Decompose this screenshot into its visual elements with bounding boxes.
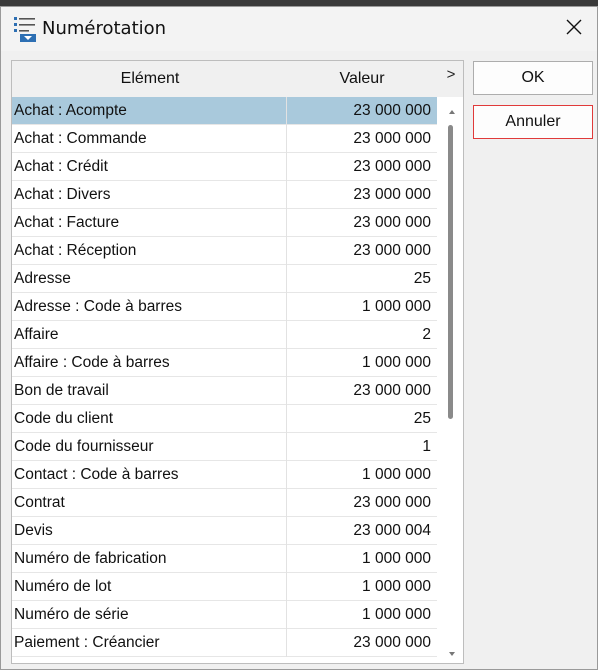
row-element: Achat : Divers: [14, 186, 111, 203]
cell-divider: [286, 489, 287, 517]
row-value: 1 000 000: [362, 550, 431, 567]
table-row[interactable]: Numéro de lot 1 000 000: [12, 573, 437, 601]
close-button[interactable]: [551, 7, 597, 51]
row-value: 23 000 000: [353, 158, 431, 175]
cell-divider: [286, 461, 287, 489]
table-row[interactable]: Adresse 25: [12, 265, 437, 293]
table-row[interactable]: Paiement : Créancier 23 000 000: [12, 629, 437, 657]
row-element: Code du client: [14, 410, 114, 427]
cell-divider: [286, 629, 287, 657]
row-element: Adresse : Code à barres: [14, 298, 183, 315]
table-row[interactable]: Bon de travail 23 000 000: [12, 377, 437, 405]
cell-divider: [286, 237, 287, 265]
row-element: Achat : Commande: [14, 130, 147, 147]
table-body: Achat : Acompte 23 000 000 Achat : Command…: [12, 97, 437, 657]
row-element: Achat : Crédit: [14, 158, 108, 175]
row-element: Contact : Code à barres: [14, 466, 179, 483]
row-value: 25: [413, 410, 431, 427]
cell-divider: [286, 181, 287, 209]
scroll-down-icon[interactable]: [447, 645, 457, 656]
table-row[interactable]: Numéro de fabrication 1 000 000: [12, 545, 437, 573]
table-row[interactable]: Code du fournisseur 1: [12, 433, 437, 461]
dialog-title: Numérotation: [42, 18, 167, 39]
ok-button[interactable]: OK: [473, 61, 593, 95]
cell-divider: [286, 433, 287, 461]
row-value: 23 000 004: [353, 522, 431, 539]
row-element: Numéro de série: [14, 606, 129, 623]
row-element: Paiement : Créancier: [14, 634, 160, 651]
cell-divider: [286, 377, 287, 405]
row-value: 1 000 000: [362, 606, 431, 623]
more-columns-icon[interactable]: >: [444, 66, 458, 83]
row-value: 23 000 000: [353, 130, 431, 147]
row-element: Bon de travail: [14, 382, 109, 399]
row-value: 1 000 000: [362, 354, 431, 371]
table-row[interactable]: Numéro de série 1 000 000: [12, 601, 437, 629]
row-value: 23 000 000: [353, 382, 431, 399]
cell-divider: [286, 97, 287, 125]
cell-divider: [286, 405, 287, 433]
cell-divider: [286, 293, 287, 321]
table-row[interactable]: Affaire 2: [12, 321, 437, 349]
row-value: 1 000 000: [362, 578, 431, 595]
row-element: Numéro de lot: [14, 578, 112, 595]
cell-divider: [286, 517, 287, 545]
row-value: 25: [413, 270, 431, 287]
table-row[interactable]: Achat : Divers 23 000 000: [12, 181, 437, 209]
row-element: Contrat: [14, 494, 65, 511]
close-icon: [566, 19, 582, 40]
row-element: Adresse: [14, 270, 71, 287]
row-element: Affaire: [14, 326, 59, 343]
vertical-scrollbar[interactable]: [442, 97, 463, 663]
cell-divider: [286, 545, 287, 573]
table-row[interactable]: Achat : Acompte 23 000 000: [12, 97, 437, 125]
row-value: 2: [422, 326, 431, 343]
column-header-element[interactable]: Elément: [12, 70, 288, 88]
row-value: 1 000 000: [362, 466, 431, 483]
row-element: Code du fournisseur: [14, 438, 154, 455]
cancel-button[interactable]: Annuler: [473, 105, 593, 139]
row-value: 23 000 000: [353, 186, 431, 203]
table-row[interactable]: Achat : Commande 23 000 000: [12, 125, 437, 153]
row-element: Achat : Réception: [14, 242, 137, 259]
cell-divider: [286, 265, 287, 293]
row-value: 23 000 000: [353, 214, 431, 231]
table-row[interactable]: Devis 23 000 004: [12, 517, 437, 545]
table-row[interactable]: Achat : Réception 23 000 000: [12, 237, 437, 265]
title-bar: Numérotation: [1, 7, 597, 51]
table-row[interactable]: Contact : Code à barres 1 000 000: [12, 461, 437, 489]
row-value: 23 000 000: [353, 634, 431, 651]
scroll-up-icon[interactable]: [447, 103, 457, 114]
scroll-thumb[interactable]: [448, 125, 453, 419]
table-row[interactable]: Achat : Facture 23 000 000: [12, 209, 437, 237]
row-element: Achat : Facture: [14, 214, 120, 231]
table-row[interactable]: Contrat 23 000 000: [12, 489, 437, 517]
table-row[interactable]: Affaire : Code à barres 1 000 000: [12, 349, 437, 377]
numbering-dialog: Numérotation Elément Valeur > Achat : Ac…: [0, 6, 598, 670]
cell-divider: [286, 601, 287, 629]
row-element: Devis: [14, 522, 53, 539]
table-row[interactable]: Code du client 25: [12, 405, 437, 433]
table-row[interactable]: Achat : Crédit 23 000 000: [12, 153, 437, 181]
numbering-list-icon: [13, 15, 37, 43]
cell-divider: [286, 125, 287, 153]
cell-divider: [286, 153, 287, 181]
row-value: 23 000 000: [353, 242, 431, 259]
table-row[interactable]: Adresse : Code à barres 1 000 000: [12, 293, 437, 321]
numbering-table: Elément Valeur > Achat : Acompte 23 000 0…: [11, 60, 464, 664]
cell-divider: [286, 349, 287, 377]
row-value: 23 000 000: [353, 494, 431, 511]
row-element: Achat : Acompte: [14, 102, 127, 119]
row-element: Affaire : Code à barres: [14, 354, 170, 371]
row-element: Numéro de fabrication: [14, 550, 167, 567]
cell-divider: [286, 209, 287, 237]
row-value: 23 000 000: [353, 102, 431, 119]
row-value: 1: [422, 438, 431, 455]
column-header-value[interactable]: Valeur: [288, 70, 436, 88]
cell-divider: [286, 321, 287, 349]
row-value: 1 000 000: [362, 298, 431, 315]
cell-divider: [286, 573, 287, 601]
table-header: Elément Valeur >: [12, 61, 463, 97]
